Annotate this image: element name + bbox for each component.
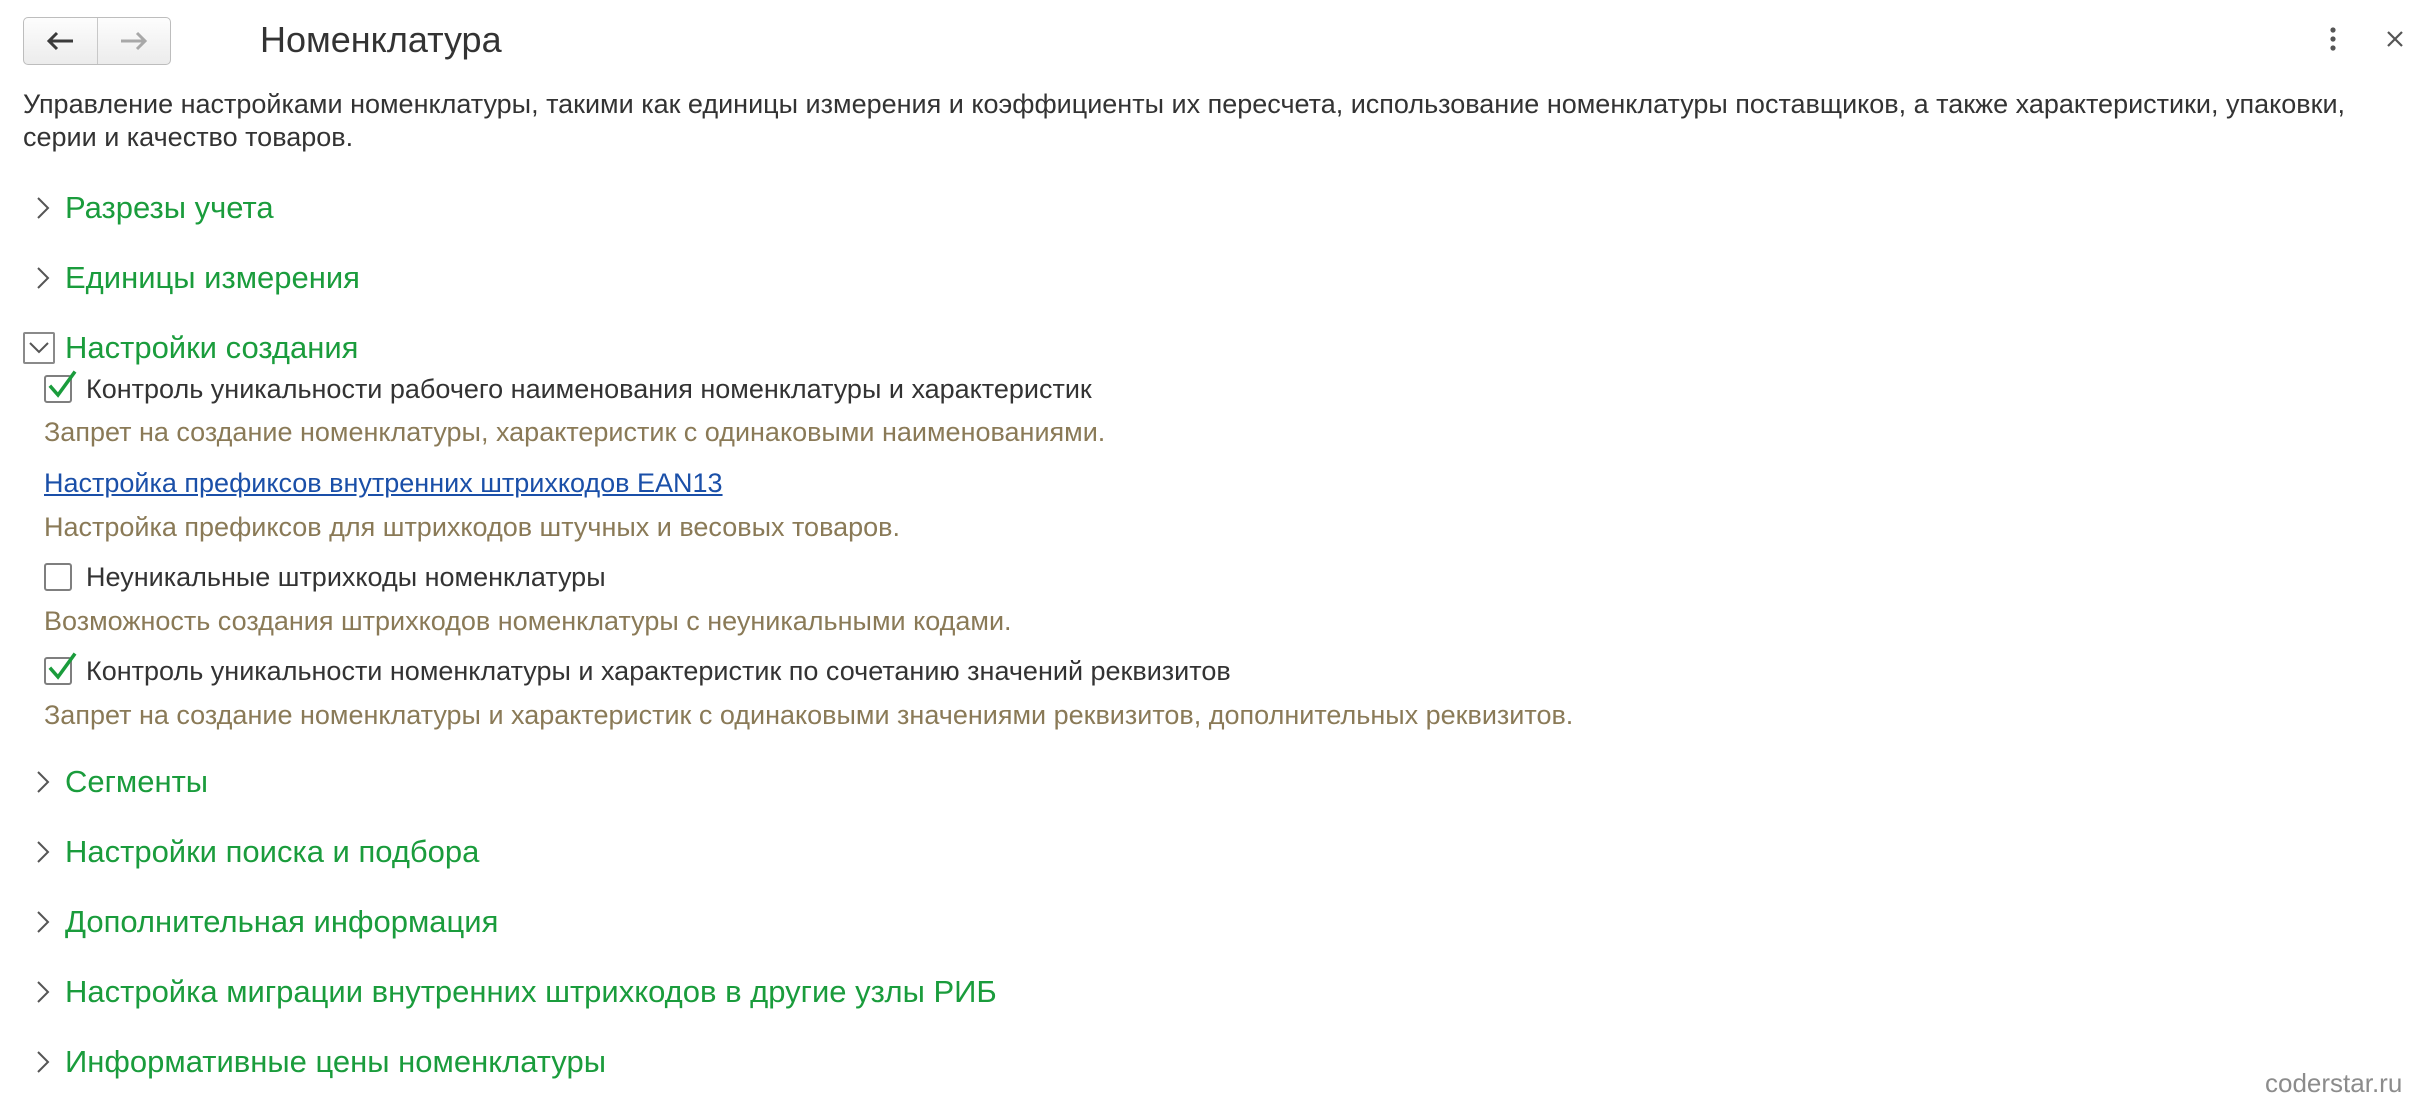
section-title: Настройки поиска и подбора [65,834,480,869]
navigation-buttons [23,17,171,65]
section-informative-prices[interactable]: Информативные цены номенклатуры [23,1042,606,1082]
section-title: Разрезы учета [65,190,274,225]
hint-text: Настройка префиксов для штрихкодов штучн… [44,512,900,542]
arrow-right-icon [119,31,149,51]
chevron-right-icon [23,902,63,942]
forward-button[interactable] [96,18,171,64]
section-title: Сегменты [65,764,209,799]
checkbox-label: Неуникальные штрихкоды номенклатуры [86,561,606,592]
checkmark-icon [48,370,77,398]
arrow-left-icon [45,31,75,51]
section-title: Дополнительная информация [65,904,499,939]
chevron-right-icon [23,188,63,228]
chevron-right-icon [23,972,63,1012]
checkmark-icon [48,652,77,680]
chevron-right-icon [23,832,63,872]
page-title: Номенклатура [260,19,502,60]
section-title: Информативные цены номенклатуры [65,1044,606,1079]
page-description: Управление настройками номенклатуры, так… [23,89,2346,152]
hint-text: Запрет на создание номенклатуры и характ… [44,700,1574,730]
checkbox-checked[interactable] [44,652,77,685]
chevron-right-icon [23,762,63,802]
checkbox-unique-working-name[interactable]: Контроль уникальности рабочего наименова… [44,370,1092,406]
section-segments[interactable]: Сегменты [23,762,208,802]
checkbox-label: Контроль уникальности номенклатуры и хар… [86,655,1231,686]
hint-text: Возможность создания штрихкодов номенкла… [44,606,1012,636]
section-title: Настройка миграции внутренних штрихкодов… [65,974,997,1009]
section-search-settings[interactable]: Настройки поиска и подбора [23,832,479,872]
chevron-right-icon [23,258,63,298]
section-title: Настройки создания [65,330,359,365]
more-vertical-icon[interactable] [2318,22,2348,56]
checkbox-unchecked[interactable] [44,563,72,591]
section-barcode-migration[interactable]: Настройка миграции внутренних штрихкодов… [23,972,997,1012]
checkbox-unique-by-attributes[interactable]: Контроль уникальности номенклатуры и хар… [44,652,1231,688]
checkbox-label: Контроль уникальности рабочего наименова… [86,373,1092,404]
checkbox-checked[interactable] [44,370,77,403]
section-title: Единицы измерения [65,260,360,295]
back-button[interactable] [24,18,97,64]
ean13-prefix-settings-link[interactable]: Настройка префиксов внутренних штрихкодо… [44,466,723,500]
section-units-of-measure[interactable]: Единицы измерения [23,258,360,298]
hint-text: Запрет на создание номенклатуры, характе… [44,417,1106,447]
close-icon[interactable] [2378,22,2412,56]
chevron-right-icon [23,1042,63,1082]
chevron-down-icon [23,332,55,364]
section-additional-info[interactable]: Дополнительная информация [23,902,498,942]
section-accounting-dimensions[interactable]: Разрезы учета [23,188,274,228]
checkbox-nonunique-barcodes[interactable]: Неуникальные штрихкоды номенклатуры [44,560,606,594]
watermark: coderstar.ru [2265,1068,2403,1098]
section-creation-settings[interactable]: Настройки создания [23,328,358,368]
